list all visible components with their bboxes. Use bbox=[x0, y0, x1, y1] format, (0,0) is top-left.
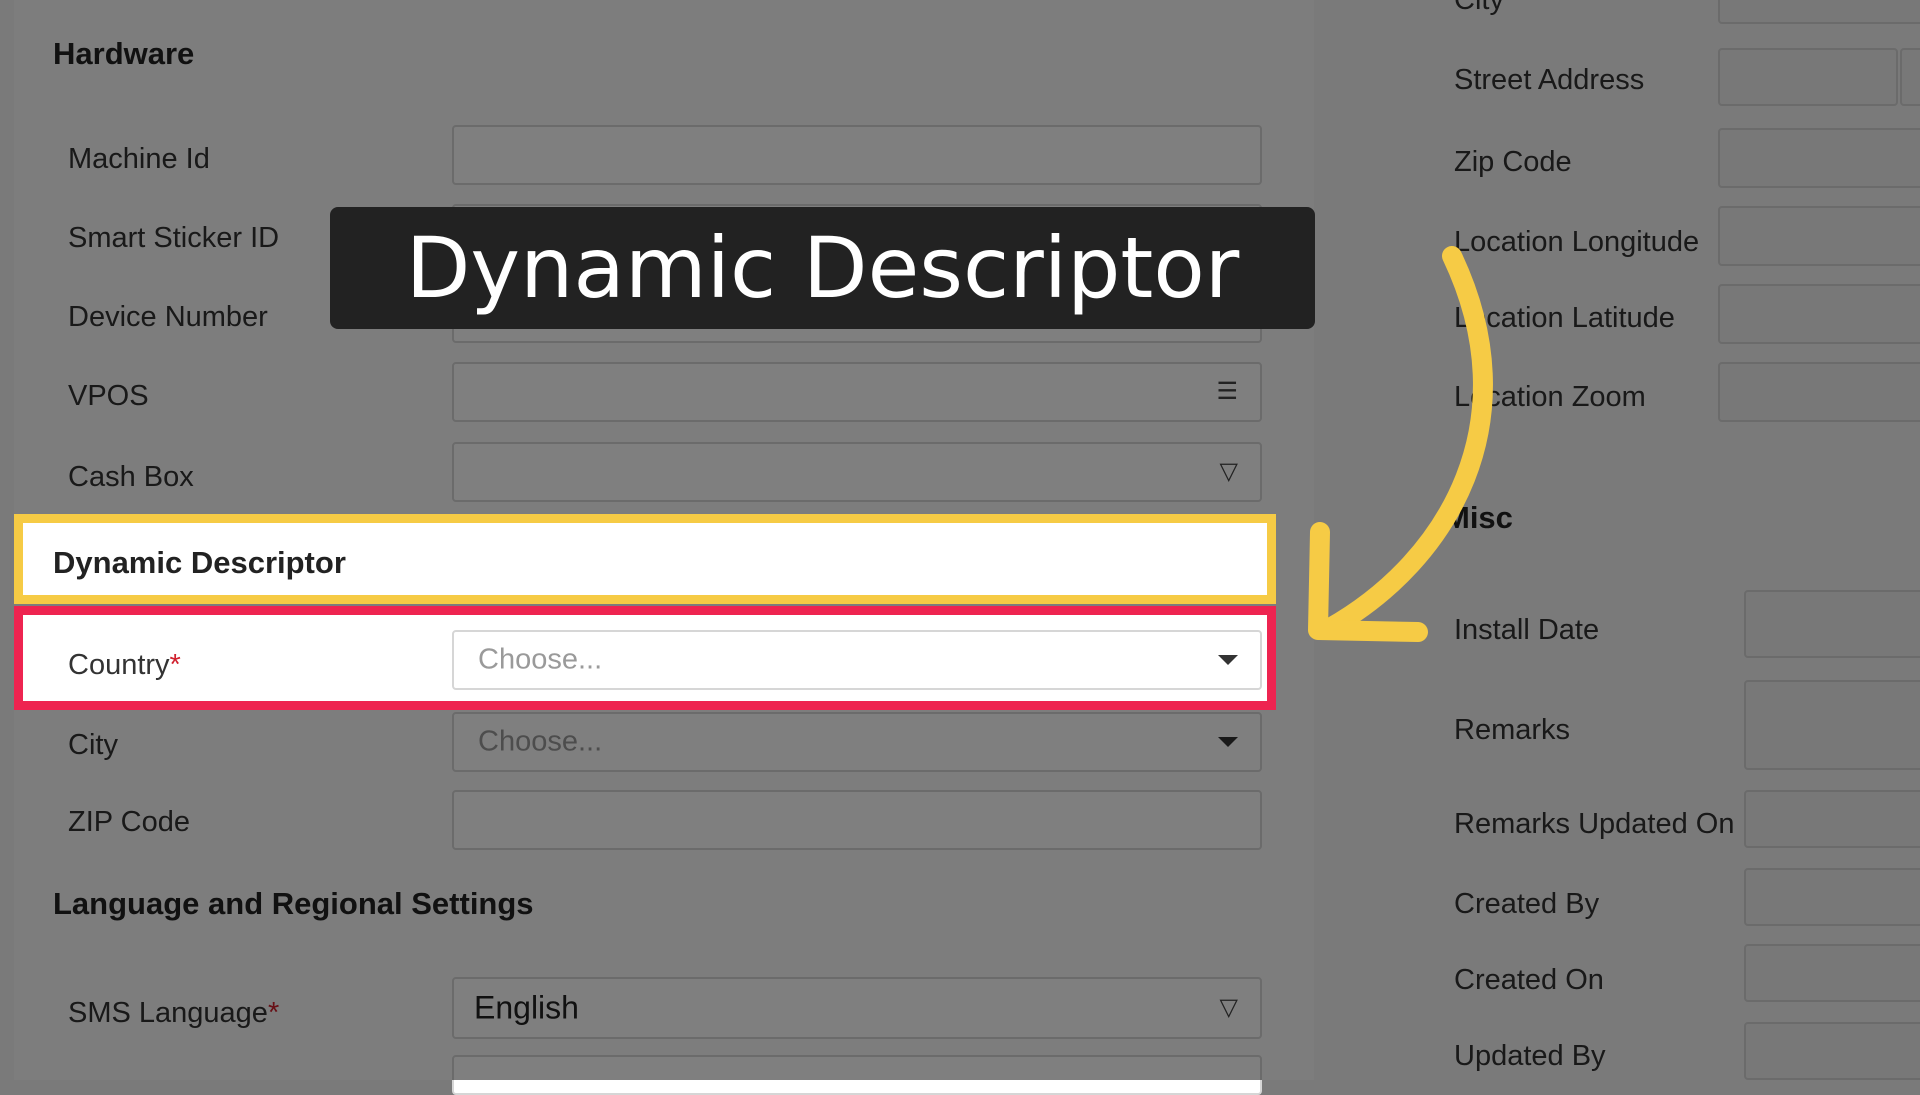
cash-box-label: Cash Box bbox=[68, 461, 194, 493]
vpos-label: VPOS bbox=[68, 380, 149, 412]
machine-id-input[interactable] bbox=[452, 125, 1262, 185]
next-field-partial[interactable] bbox=[452, 1055, 1262, 1095]
updated-by-input[interactable] bbox=[1744, 1022, 1920, 1080]
language-section-title: Language and Regional Settings bbox=[53, 886, 534, 921]
dynamic-descriptor-highlight: Dynamic Descriptor bbox=[14, 514, 1276, 604]
location-zoom-input[interactable] bbox=[1718, 362, 1920, 422]
right-city-label: City bbox=[1454, 0, 1504, 16]
created-on-input[interactable] bbox=[1744, 944, 1920, 1002]
location-zoom-label: Location Zoom bbox=[1454, 381, 1646, 413]
location-longitude-label: Location Longitude bbox=[1454, 226, 1700, 258]
device-number-label: Device Number bbox=[68, 301, 268, 333]
smart-sticker-id-label: Smart Sticker ID bbox=[68, 222, 280, 254]
sms-language-value: English bbox=[474, 989, 579, 1026]
hardware-section-title: Hardware bbox=[53, 36, 195, 71]
misc-section-title: Misc bbox=[1444, 500, 1513, 535]
city-select[interactable]: Choose... bbox=[452, 712, 1262, 772]
zip-code-right-label: Zip Code bbox=[1454, 146, 1572, 178]
remarks-updated-on-label: Remarks Updated On bbox=[1454, 808, 1735, 840]
country-placeholder: Choose... bbox=[478, 643, 603, 676]
street-address-input[interactable] bbox=[1718, 48, 1898, 106]
created-on-label: Created On bbox=[1454, 964, 1604, 996]
caret-down-icon[interactable] bbox=[1218, 655, 1238, 665]
list-icon[interactable]: ☰ bbox=[1216, 380, 1238, 404]
install-date-label: Install Date bbox=[1454, 614, 1600, 646]
zip-code-label: ZIP Code bbox=[68, 806, 190, 838]
remarks-input[interactable] bbox=[1744, 680, 1920, 770]
install-date-input[interactable] bbox=[1744, 590, 1920, 658]
location-latitude-label: Location Latitude bbox=[1454, 302, 1675, 334]
caret-down-icon[interactable] bbox=[1218, 737, 1238, 747]
machine-id-label: Machine Id bbox=[68, 143, 210, 175]
street-address-label: Street Address bbox=[1454, 64, 1645, 96]
remarks-label: Remarks bbox=[1454, 714, 1571, 746]
country-select[interactable]: Choose... bbox=[452, 630, 1262, 690]
vpos-input[interactable]: ☰ bbox=[452, 362, 1262, 422]
updated-by-label: Updated By bbox=[1454, 1040, 1606, 1072]
annotation-banner: Dynamic Descriptor bbox=[330, 207, 1315, 329]
city-label: City bbox=[68, 729, 118, 761]
zip-code-input[interactable] bbox=[452, 790, 1262, 850]
zip-code-right-input[interactable] bbox=[1718, 128, 1920, 188]
created-by-label: Created By bbox=[1454, 888, 1600, 920]
created-by-input[interactable] bbox=[1744, 868, 1920, 926]
dynamic-descriptor-title: Dynamic Descriptor bbox=[53, 545, 346, 580]
right-city-input[interactable] bbox=[1718, 0, 1920, 24]
chevron-down-icon[interactable]: ▽ bbox=[1220, 996, 1238, 1020]
chevron-down-icon[interactable]: ▽ bbox=[1220, 460, 1238, 484]
location-latitude-input[interactable] bbox=[1718, 284, 1920, 344]
street-address-input-2[interactable] bbox=[1900, 48, 1920, 106]
country-label: Country* bbox=[68, 649, 181, 681]
sms-language-label: SMS Language* bbox=[68, 997, 280, 1029]
location-longitude-input[interactable] bbox=[1718, 206, 1920, 266]
city-placeholder: Choose... bbox=[478, 725, 603, 758]
country-highlight: Country* Choose... bbox=[14, 606, 1276, 710]
remarks-updated-on-input[interactable] bbox=[1744, 790, 1920, 848]
sms-language-select[interactable]: English ▽ bbox=[452, 977, 1262, 1039]
cash-box-select[interactable]: ▽ bbox=[452, 442, 1262, 502]
